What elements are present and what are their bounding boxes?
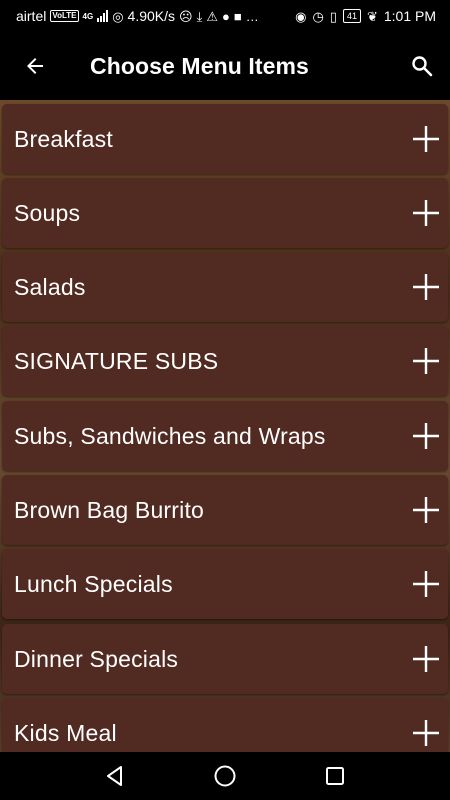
carrier-name: airtel — [16, 8, 47, 24]
menu-item-lunch-specials[interactable]: Lunch Specials — [2, 549, 448, 619]
notification-icon: ☹ — [179, 8, 193, 24]
menu-item-dinner-specials[interactable]: Dinner Specials — [2, 624, 448, 694]
search-button[interactable] — [394, 32, 450, 100]
plus-icon[interactable] — [412, 199, 440, 227]
menu-item-label: Lunch Specials — [14, 570, 173, 597]
nav-recents-button[interactable] — [315, 756, 355, 796]
app-icon: ■ — [233, 8, 242, 24]
clock: 1:01 PM — [383, 8, 436, 24]
arrow-left-icon — [27, 58, 43, 74]
menu-item-label: Kids Meal — [14, 719, 117, 746]
nav-home-button[interactable] — [205, 756, 245, 796]
eye-icon: ◉ — [295, 8, 307, 24]
plus-icon[interactable] — [412, 645, 440, 673]
square-recents-icon — [326, 767, 344, 785]
plus-icon[interactable] — [412, 719, 440, 747]
back-button[interactable] — [0, 32, 70, 100]
circle-home-icon — [214, 765, 236, 787]
triangle-back-icon — [107, 766, 122, 786]
alarm-icon: ◷ — [312, 8, 324, 24]
plus-icon[interactable] — [412, 273, 440, 301]
screen: airtel VoLTE 4G ◎ 4.90K/s ☹ ⤓ ⚠ ● ■ … ◉ … — [0, 0, 450, 800]
navigation-bar — [0, 752, 450, 800]
plus-icon[interactable] — [412, 496, 440, 524]
status-left: airtel VoLTE 4G ◎ 4.90K/s ☹ ⤓ ⚠ ● ■ … — [16, 8, 259, 24]
menu-item-signature-subs[interactable]: SIGNATURE SUBS — [2, 326, 448, 396]
app-bar: Choose Menu Items — [0, 32, 450, 100]
menu-item-kids-meal[interactable]: Kids Meal — [2, 698, 448, 752]
battery-icon: 41 — [342, 9, 361, 23]
menu-item-label: Subs, Sandwiches and Wraps — [14, 422, 326, 449]
plus-icon[interactable] — [412, 422, 440, 450]
leaf-icon: ❦ — [366, 8, 378, 24]
menu-item-label: Dinner Specials — [14, 645, 179, 672]
plus-icon[interactable] — [412, 125, 440, 153]
network-type: 4G — [82, 11, 94, 21]
status-right: ◉ ◷ ▯ 41 ❦ 1:01 PM — [295, 8, 436, 24]
vibrate-icon: ▯ — [329, 8, 337, 24]
more-icon: … — [245, 8, 259, 24]
menu-item-label: Brown Bag Burrito — [14, 496, 205, 523]
battery-level: 41 — [346, 11, 357, 21]
menu-item-label: SIGNATURE SUBS — [14, 347, 219, 374]
menu-list: Breakfast Soups Salads SIGNATURE SUBS Su… — [0, 100, 450, 752]
message-icon: ● — [221, 8, 230, 24]
network-speed: 4.90K/s — [127, 8, 176, 24]
warning-icon: ⚠ — [206, 8, 218, 24]
menu-item-label: Soups — [14, 199, 81, 226]
status-bar: airtel VoLTE 4G ◎ 4.90K/s ☹ ⤓ ⚠ ● ■ … ◉ … — [0, 0, 450, 32]
menu-item-label: Salads — [14, 273, 86, 300]
nav-back-button[interactable] — [95, 756, 135, 796]
hotspot-icon: ◎ — [112, 8, 124, 24]
menu-item-label: Breakfast — [14, 125, 113, 152]
plus-icon[interactable] — [412, 347, 440, 375]
menu-item-subs-sandwiches-wraps[interactable]: Subs, Sandwiches and Wraps — [2, 401, 448, 471]
volte-badge: VoLTE — [50, 10, 79, 22]
plus-icon[interactable] — [412, 570, 440, 598]
menu-item-breakfast[interactable]: Breakfast — [2, 104, 448, 174]
signal-icon — [97, 10, 109, 22]
page-title: Choose Menu Items — [90, 52, 309, 79]
menu-item-soups[interactable]: Soups — [2, 178, 448, 248]
download-icon: ⤓ — [196, 8, 203, 24]
search-icon — [412, 56, 433, 77]
menu-item-brown-bag-burrito[interactable]: Brown Bag Burrito — [2, 475, 448, 545]
menu-item-salads[interactable]: Salads — [2, 252, 448, 322]
